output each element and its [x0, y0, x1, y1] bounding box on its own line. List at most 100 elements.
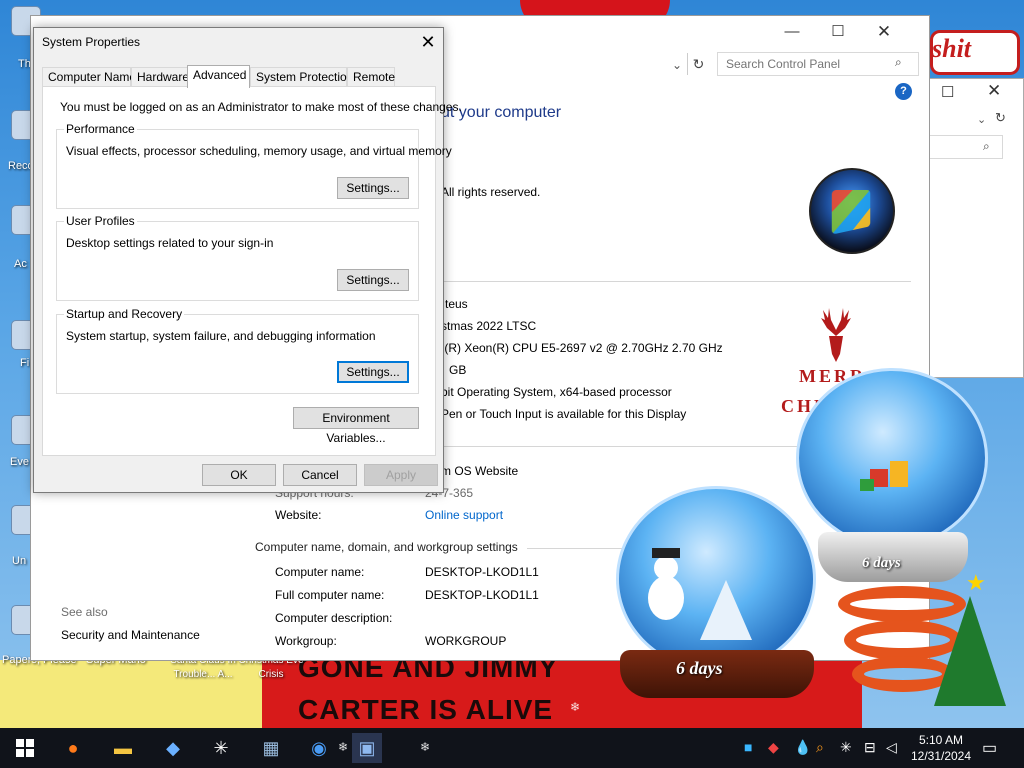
system-properties-dialog: System Properties ✕ Computer Name Hardwa…	[33, 27, 462, 493]
tab-system-protection[interactable]: System Protection	[250, 67, 353, 87]
snowman-icon	[646, 548, 686, 626]
volume-icon[interactable]: ◁	[886, 739, 897, 756]
star-icon: ★	[966, 570, 986, 595]
christmas-tree-icon	[934, 596, 1006, 706]
minimize-icon[interactable]: —	[769, 20, 815, 44]
snowflake-icon: ❄	[570, 700, 581, 714]
system-type-value: bit Operating System, x64-based processo…	[441, 385, 672, 399]
computer-section-title: Computer name, domain, and workgroup set…	[255, 540, 518, 554]
workgroup-label: Workgroup:	[275, 634, 337, 648]
desktop-icon-label: Un	[12, 555, 27, 567]
processor-value: I(R) Xeon(R) CPU E5-2697 v2 @ 2.70GHz 2.…	[441, 341, 723, 355]
user-profiles-group: User Profiles Desktop settings related t…	[56, 214, 419, 301]
dialog-title: System Properties	[42, 35, 141, 49]
chevron-down-icon[interactable]: ⌄	[667, 55, 687, 75]
advanced-tab-panel: You must be logged on as an Administrato…	[42, 86, 462, 456]
droplet-icon[interactable]: 💧	[794, 739, 811, 756]
apply-button[interactable]: Apply	[364, 464, 438, 486]
network-icon[interactable]: ⊟	[864, 739, 876, 756]
workgroup-value: WORKGROUP	[425, 634, 507, 648]
maximize-icon[interactable]: ☐	[815, 20, 861, 44]
snowflake-icon: ❄	[338, 740, 349, 754]
divider	[527, 548, 627, 549]
desktop-icon-label: Fi	[20, 357, 30, 369]
control-panel-icon[interactable]: ▦	[256, 733, 286, 763]
full-computer-name-label: Full computer name:	[275, 588, 385, 602]
user-profiles-description: Desktop settings related to your sign-in	[66, 236, 274, 250]
website-label: Website:	[275, 508, 322, 522]
computer-name-label: Computer name:	[275, 565, 365, 579]
tab-remote[interactable]: Remote	[347, 67, 395, 87]
clock-date: 12/31/2024	[910, 749, 972, 763]
windows-start-icon[interactable]	[10, 733, 40, 763]
manufacturer-website-text: m OS Website	[441, 464, 519, 478]
startup-recovery-description: System startup, system failure, and debu…	[66, 329, 376, 343]
admin-note: You must be logged on as an Administrato…	[60, 100, 462, 114]
help-icon[interactable]: ?	[895, 83, 912, 100]
tray-app-icon[interactable]: ■	[744, 739, 752, 755]
ok-button[interactable]: OK	[202, 464, 276, 486]
close-icon[interactable]: ✕	[987, 81, 1001, 101]
cancel-button[interactable]: Cancel	[283, 464, 357, 486]
refresh-icon[interactable]: ↻	[995, 110, 1006, 126]
close-icon[interactable]: ✕	[412, 28, 444, 56]
days-counter-left: 6 days	[676, 658, 723, 678]
tab-computer-name[interactable]: Computer Name	[42, 67, 136, 87]
manufacturer-value: teus	[445, 297, 468, 311]
computer-description-label: Computer description:	[275, 611, 393, 625]
search-icon[interactable]: ⌕	[816, 739, 824, 756]
performance-group: Performance Visual effects, processor sc…	[56, 122, 452, 209]
performance-label: Performance	[64, 122, 137, 136]
tab-hardware[interactable]: Hardware	[131, 67, 189, 87]
environment-variables-button[interactable]: Environment Variables...	[293, 407, 419, 445]
desktop-icon-label: Eve	[10, 456, 29, 468]
reindeer-icon	[821, 308, 851, 362]
startup-recovery-group: Startup and Recovery System startup, sys…	[56, 307, 419, 394]
search-icon: ⌕	[983, 139, 990, 153]
pen-touch-value: Pen or Touch Input is available for this…	[441, 407, 687, 421]
taskbar: ● ▬ ◆ ✳ ▦ ◉ ▣ ❄ ❄ ■ ◆ 💧 ⌕ ✳ ⊟ ◁ 5:10 AM …	[0, 728, 1024, 768]
user-profiles-label: User Profiles	[64, 214, 137, 228]
search-input[interactable]	[717, 52, 919, 76]
corner-text: shit	[932, 34, 972, 63]
gifts-icon	[860, 455, 920, 495]
refresh-icon[interactable]: ↻	[687, 53, 709, 75]
search-input[interactable]	[929, 135, 1003, 159]
maximize-icon[interactable]: ☐	[941, 83, 954, 101]
startup-recovery-label: Startup and Recovery	[64, 307, 185, 321]
desktop-icon-label: Ac	[14, 258, 27, 270]
user-profiles-settings-button[interactable]: Settings...	[337, 269, 409, 291]
security-maintenance-link[interactable]: Security and Maintenance	[61, 628, 200, 642]
firefox-icon[interactable]: ●	[58, 733, 88, 763]
snowflake-tray-icon[interactable]: ✳	[840, 739, 852, 756]
tab-advanced[interactable]: Advanced	[187, 65, 250, 88]
tray-app-icon[interactable]: ◆	[768, 739, 779, 756]
app-icon[interactable]: ◆	[158, 733, 188, 763]
snowflake-app-icon[interactable]: ✳	[206, 733, 236, 763]
startup-recovery-settings-button[interactable]: Settings...	[337, 361, 409, 383]
dropdown-icon[interactable]: ⌄	[977, 113, 986, 126]
snowy-tree-icon	[700, 580, 752, 640]
computer-name-value: DESKTOP-LKOD1L1	[425, 565, 539, 579]
clock[interactable]: 5:10 AM 12/31/2024	[908, 732, 974, 764]
snowflake-icon: ❄	[420, 740, 431, 754]
performance-settings-button[interactable]: Settings...	[337, 177, 409, 199]
see-also-heading: See also	[61, 605, 108, 619]
file-explorer-icon[interactable]: ▬	[108, 733, 138, 763]
ram-value: GB	[449, 363, 467, 377]
secondary-window: ☐ ✕ ⌄ ↻ ⌕	[928, 78, 1024, 378]
banner-line-2: CARTER IS ALIVE	[298, 694, 554, 725]
clock-time: 5:10 AM	[918, 733, 964, 747]
divider	[441, 281, 911, 282]
notification-icon[interactable]: ▭	[982, 738, 997, 758]
windows-logo-icon	[809, 168, 895, 254]
online-support-link[interactable]: Online support	[425, 508, 503, 522]
close-icon[interactable]: ✕	[861, 20, 907, 44]
browser-icon[interactable]: ◉	[304, 733, 334, 763]
system-properties-taskbar-icon[interactable]: ▣	[352, 733, 382, 763]
full-computer-name-value: DESKTOP-LKOD1L1	[425, 588, 539, 602]
days-counter-right: 6 days	[862, 555, 901, 571]
edition-value: stmas 2022 LTSC	[441, 319, 537, 333]
performance-description: Visual effects, processor scheduling, me…	[66, 144, 452, 158]
search-icon: ⌕	[895, 55, 902, 69]
